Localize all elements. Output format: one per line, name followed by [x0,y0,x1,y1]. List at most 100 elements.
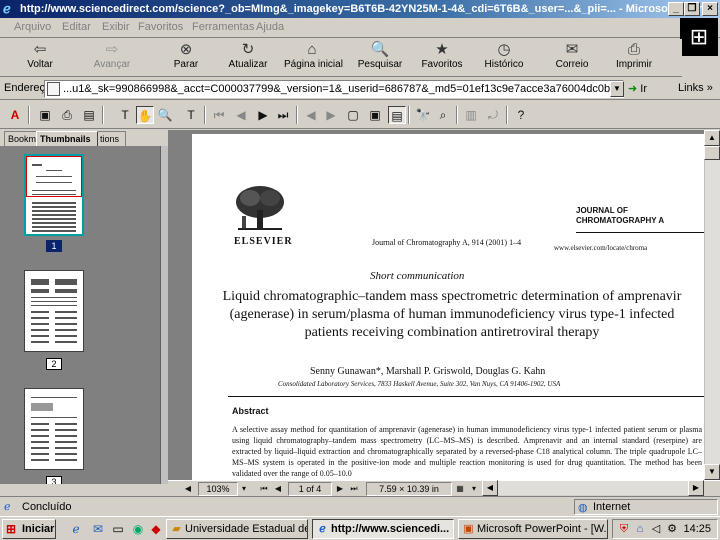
go-forward-icon[interactable]: ▶ [322,106,340,124]
next-page-icon[interactable]: ▶ [254,106,272,124]
forward-button[interactable]: ⇨ Avançar [84,41,140,75]
scroll-thumb[interactable] [704,146,720,160]
first-page-icon[interactable]: ⏮ [210,106,228,124]
scroll-left-button[interactable]: ◀ [482,480,498,496]
zoom-tool-icon[interactable]: 🔍 [156,106,174,124]
mail-button[interactable]: ✉ Correio [544,41,600,75]
scroll-left-icon[interactable]: ◀ [182,482,194,496]
scroll-right-button[interactable]: ▶ [688,480,704,496]
mail-icon: ✉ [565,41,579,58]
quicklaunch-channels-icon[interactable]: ◉ [130,521,146,537]
maximize-button[interactable]: ❐ [684,2,700,16]
document-horizontal-scrollbar[interactable]: ◀ ▶ [482,480,704,496]
thumbnails-area: 1 2 3 [0,146,160,484]
previous-page-icon[interactable]: ◀ [232,106,250,124]
menu-file[interactable]: Arquivo [14,21,51,33]
tab-annotations[interactable]: tions [96,131,126,146]
start-button[interactable]: ⊞ Iniciar [2,519,56,539]
find-again-icon[interactable]: ⌕ [434,106,452,124]
next-page-button[interactable]: ▶ [334,482,346,496]
menu-edit[interactable]: Editar [62,21,91,33]
network-icon[interactable]: ⌂ [633,522,647,536]
last-page-button[interactable]: ⏭ [348,482,360,496]
fit-width-icon[interactable]: ▤ [388,106,406,124]
volume-icon[interactable]: ◁ [649,522,663,536]
antivirus-icon[interactable]: ⛨ [617,522,631,536]
page-thumbnail-1[interactable] [24,154,84,236]
page-label[interactable]: 2 [46,358,62,370]
refresh-button[interactable]: ↻ Atualizar [220,41,276,75]
abstract-heading: Abstract [232,406,269,416]
article-type: Short communication [370,270,465,282]
quicklaunch-desktop-icon[interactable]: ▭ [110,521,126,537]
abstract-rule [228,396,704,397]
save-icon[interactable]: ▣ [36,106,54,124]
first-page-button[interactable]: ⏮ [258,482,270,496]
address-input[interactable]: ...u1&_sk=990866998&_acct=C000037799&_ve… [44,80,624,98]
menu-help[interactable]: Ajuda [256,21,284,33]
page-label[interactable]: 1 [46,240,62,252]
page-layout-icon[interactable]: ▦ [454,482,466,496]
windows-logo-icon: ⊞ [680,18,718,56]
print-icon[interactable]: ⎙ [58,106,76,124]
last-page-icon[interactable]: ⏭ [274,106,292,124]
go-back-icon[interactable]: ◀ [302,106,320,124]
show-navigation-icon[interactable]: ▤ [80,106,98,124]
scroll-down-button[interactable]: ▼ [704,464,720,480]
help-icon[interactable]: ? [512,106,530,124]
stop-button[interactable]: ⊗ Parar [158,41,214,75]
tab-bookmarks[interactable]: Bookm [4,131,40,146]
quicklaunch-media-icon[interactable]: ◆ [148,521,164,537]
prev-page-button[interactable]: ◀ [272,482,284,496]
search-button[interactable]: 🔍 Pesquisar [352,41,408,75]
actual-size-icon[interactable]: ▢ [344,106,362,124]
tab-thumbnails[interactable]: Thumbnails [36,131,98,146]
zoom-dropdown-icon[interactable]: ▾ [238,482,250,496]
quicklaunch-ie-icon[interactable]: ℯ [68,521,84,537]
minimize-button[interactable]: _ [668,2,684,16]
text-column-icon[interactable]: ▥ [462,106,480,124]
text-select-icon[interactable]: T [116,106,134,124]
acrobat-logo-icon[interactable]: A [6,106,24,124]
menu-tools[interactable]: Ferramentas [192,21,254,33]
scroll-up-button[interactable]: ▲ [704,130,720,146]
panel-splitter[interactable] [160,146,168,484]
layout-dropdown-icon[interactable]: ▾ [468,482,480,496]
print-button[interactable]: ⎙ Imprimir [606,41,662,75]
zoom-level[interactable]: 103% [198,482,238,496]
hand-tool-icon[interactable]: ✋ [136,106,154,124]
affiliation: Consolidated Laboratory Services, 7833 H… [278,380,561,388]
go-button[interactable]: ➜ Ir [628,82,647,95]
page-thumbnail-2[interactable] [24,270,84,352]
fit-page-icon[interactable]: ▣ [366,106,384,124]
home-button[interactable]: ⌂ Página inicial [284,41,343,75]
task-button-sciencedirect[interactable]: ℯ http://www.sciencedi... [312,519,454,539]
menu-view[interactable]: Exibir [102,21,130,33]
links-button[interactable]: Links » [678,82,713,94]
rotate-icon[interactable]: ⤾ [484,106,502,124]
menu-favorites[interactable]: Favoritos [138,21,183,33]
quicklaunch-outlook-icon[interactable]: ✉ [90,521,106,537]
text-tool-icon[interactable]: T [182,106,200,124]
task-button-powerpoint[interactable]: ▣ Microsoft PowerPoint - [W... [458,519,608,539]
settings-icon[interactable]: ⚙ [665,522,679,536]
search-icon: 🔍 [370,41,390,58]
page-thumbnail-3[interactable] [24,388,84,470]
journal-url[interactable]: www.elsevier.com/locate/chroma [554,244,647,252]
window-title: http://www.sciencedirect.com/science?_ob… [20,3,720,15]
back-button[interactable]: ⇦ Voltar [12,41,68,75]
favorites-button[interactable]: ★ Favoritos [414,41,470,75]
journal-citation: Journal of Chromatography A, 914 (2001) … [372,238,522,247]
document-vertical-scrollbar[interactable]: ▲ ▼ [704,130,720,480]
menu-bar: Arquivo Editar Exibir Favoritos Ferramen… [0,18,720,38]
history-button[interactable]: ◷ Histórico [476,41,532,75]
ie-icon: ℯ [319,523,326,535]
page-label[interactable]: 3 [46,476,62,484]
address-dropdown-button[interactable]: ▼ [610,81,624,97]
close-button[interactable]: × [702,2,718,16]
publisher-name: ELSEVIER [234,236,293,247]
task-button-universidade[interactable]: ▰ Universidade Estadual de ... [166,519,308,539]
find-icon[interactable]: 🔭 [414,106,432,124]
page-indicator[interactable]: 1 of 4 [288,482,332,496]
pdf-page: ELSEVIER Journal of Chromatography A, 91… [192,134,704,480]
